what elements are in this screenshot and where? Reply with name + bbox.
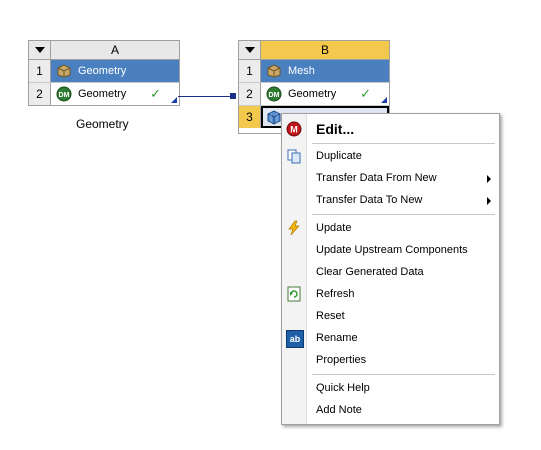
- connection-corner-icon[interactable]: [381, 97, 387, 103]
- menu-item-update[interactable]: Update: [282, 217, 499, 239]
- menu-separator: [312, 374, 495, 375]
- system-a-title-cell[interactable]: Geometry: [51, 60, 179, 82]
- system-b-letter: B: [261, 41, 389, 59]
- menu-item-quick-help[interactable]: Quick Help: [282, 377, 499, 399]
- row-number: 2: [239, 83, 261, 105]
- menu-item-label: Rename: [316, 332, 358, 344]
- menu-item-label: Refresh: [316, 288, 355, 300]
- system-b-menu-button[interactable]: [239, 41, 261, 59]
- mesh-box-icon: [265, 62, 283, 80]
- menu-item-properties[interactable]: Properties: [282, 349, 499, 371]
- svg-text:DM: DM: [269, 92, 280, 99]
- menu-item-label: Quick Help: [316, 382, 370, 394]
- edit-m-icon: M: [286, 121, 302, 137]
- system-b-title-cell[interactable]: Mesh: [261, 60, 389, 82]
- submenu-arrow-icon: [487, 175, 491, 183]
- row-number: 1: [29, 60, 51, 82]
- rename-icon: ab: [286, 330, 304, 348]
- system-b-header: B: [239, 41, 389, 60]
- connection-endpoint: [230, 93, 236, 99]
- lightning-bolt-icon: [286, 220, 302, 236]
- menu-item-label: Clear Generated Data: [316, 266, 424, 278]
- menu-item-clear-generated-data[interactable]: Clear Generated Data: [282, 261, 499, 283]
- menu-separator: [312, 214, 495, 215]
- system-a-row-1: 1 Geometry: [29, 60, 179, 83]
- menu-item-label: Edit...: [316, 121, 355, 137]
- menu-separator: [312, 143, 495, 144]
- cell-label: Mesh: [288, 65, 315, 77]
- system-b-row-1: 1 Mesh: [239, 60, 389, 83]
- dropdown-arrow-icon: [34, 47, 45, 53]
- checkmark-icon: ✓: [360, 86, 371, 101]
- menu-item-duplicate[interactable]: Duplicate: [282, 145, 499, 167]
- system-a-header: A: [29, 41, 179, 60]
- dm-icon: DM: [55, 85, 73, 103]
- row-number: 1: [239, 60, 261, 82]
- dropdown-arrow-icon: [244, 47, 255, 53]
- row-number: 2: [29, 83, 51, 105]
- menu-item-label: Properties: [316, 354, 367, 366]
- menu-item-edit[interactable]: M Edit...: [282, 117, 499, 141]
- menu-item-label: Duplicate: [316, 150, 362, 162]
- checkmark-icon: ✓: [150, 86, 161, 101]
- geometry-box-icon: [55, 62, 73, 80]
- svg-text:M: M: [290, 125, 298, 135]
- menu-item-label: Update: [316, 222, 352, 234]
- system-a: A 1 Geometry 2 DM Geometry ✓: [28, 40, 180, 106]
- system-a-menu-button[interactable]: [29, 41, 51, 59]
- svg-text:DM: DM: [59, 92, 70, 99]
- menu-item-add-note[interactable]: Add Note: [282, 399, 499, 421]
- row-number: 3: [239, 106, 261, 128]
- menu-item-reset[interactable]: Reset: [282, 305, 499, 327]
- duplicate-icon: [286, 148, 302, 164]
- menu-item-label: Add Note: [316, 404, 362, 416]
- system-b-row-2: 2 DM Geometry ✓: [239, 83, 389, 106]
- menu-item-label: Update Upstream Components: [316, 244, 468, 256]
- menu-item-label: Reset: [316, 310, 345, 322]
- menu-item-label: Transfer Data From New: [316, 172, 437, 184]
- menu-item-transfer-from-new[interactable]: Transfer Data From New: [282, 167, 499, 189]
- system-a-caption[interactable]: Geometry: [76, 117, 129, 131]
- submenu-arrow-icon: [487, 197, 491, 205]
- dm-icon: DM: [265, 85, 283, 103]
- cell-label: Geometry: [78, 65, 127, 77]
- menu-item-update-upstream[interactable]: Update Upstream Components: [282, 239, 499, 261]
- menu-item-rename[interactable]: ab Rename: [282, 327, 499, 349]
- cell-label: Geometry: [78, 88, 127, 100]
- refresh-icon: [286, 286, 302, 302]
- context-menu: M Edit... Duplicate Transfer Data From N…: [281, 113, 500, 425]
- menu-item-refresh[interactable]: Refresh: [282, 283, 499, 305]
- system-a-geometry-cell[interactable]: DM Geometry ✓: [51, 83, 179, 105]
- menu-item-label: Transfer Data To New: [316, 194, 423, 206]
- system-a-letter: A: [51, 41, 179, 59]
- cell-label: Geometry: [288, 88, 337, 100]
- system-a-row-2: 2 DM Geometry ✓: [29, 83, 179, 105]
- connection-link: [178, 96, 232, 97]
- system-b-geometry-cell[interactable]: DM Geometry ✓: [261, 83, 389, 105]
- connection-corner-icon[interactable]: [171, 97, 177, 103]
- menu-item-transfer-to-new[interactable]: Transfer Data To New: [282, 189, 499, 211]
